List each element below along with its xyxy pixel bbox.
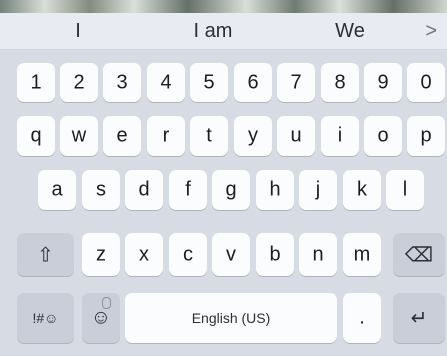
key-o[interactable]: o	[364, 116, 402, 156]
key-label: n	[312, 243, 324, 265]
key-0[interactable]: 0	[407, 63, 445, 102]
key-label: 3	[116, 71, 128, 93]
suggestion-item-2[interactable]: I am	[183, 13, 243, 49]
key-label: d	[138, 178, 150, 201]
period-label: .	[359, 306, 365, 329]
symbols-label: !#☺	[32, 310, 59, 326]
key-label: 1	[30, 71, 42, 93]
key-r[interactable]: r	[147, 116, 185, 156]
key-2[interactable]: 2	[60, 63, 98, 102]
backspace-icon: ⌫	[404, 244, 434, 266]
space-key-label: English (US)	[191, 310, 271, 326]
key-label: r	[162, 124, 170, 147]
key-label: q	[30, 124, 42, 147]
key-d[interactable]: d	[125, 170, 163, 210]
key-label: a	[51, 178, 63, 201]
enter-key[interactable]: ↵	[393, 293, 445, 343]
key-label: o	[377, 124, 389, 147]
key-j[interactable]: j	[299, 170, 337, 210]
key-l[interactable]: l	[386, 170, 424, 210]
suggestion-item-1[interactable]: I	[48, 13, 108, 49]
suggestion-bar: I I am We >	[0, 13, 447, 50]
keyboard: 1 2 3 4 5 6 7 8 9 0 q w e r t y u i o p …	[0, 50, 447, 356]
key-e[interactable]: e	[103, 116, 141, 156]
key-k[interactable]: k	[343, 170, 381, 210]
shift-icon: ⇧	[37, 244, 54, 266]
emoji-icon: ☺	[90, 306, 112, 329]
key-g[interactable]: g	[212, 170, 250, 210]
backspace-key[interactable]: ⌫	[393, 233, 445, 276]
key-label: i	[337, 124, 343, 147]
key-f[interactable]: f	[169, 170, 207, 210]
key-label: 0	[420, 71, 432, 93]
key-label: t	[206, 124, 212, 147]
background-photo-strip	[0, 0, 447, 13]
keyboard-screen: I I am We > 1 2 3 4 5 6 7 8 9 0 q w e r …	[0, 0, 447, 356]
period-key[interactable]: .	[343, 293, 381, 343]
key-w[interactable]: w	[60, 116, 98, 156]
key-label: j	[315, 178, 321, 201]
key-label: p	[420, 124, 432, 147]
key-7[interactable]: 7	[277, 63, 315, 102]
key-label: z	[96, 243, 106, 265]
key-5[interactable]: 5	[190, 63, 228, 102]
key-i[interactable]: i	[321, 116, 359, 156]
symbols-key[interactable]: !#☺	[17, 293, 74, 343]
key-label: x	[139, 243, 149, 265]
enter-icon: ↵	[410, 307, 428, 330]
key-n[interactable]: n	[299, 233, 337, 276]
key-z[interactable]: z	[82, 233, 120, 276]
key-label: v	[226, 243, 236, 265]
key-label: 7	[290, 71, 302, 93]
key-label: 6	[247, 71, 259, 93]
key-p[interactable]: p	[407, 116, 445, 156]
shift-key[interactable]: ⇧	[17, 233, 74, 276]
key-x[interactable]: x	[125, 233, 163, 276]
key-y[interactable]: y	[234, 116, 272, 156]
emoji-key[interactable]: ☺	[82, 293, 120, 343]
key-a[interactable]: a	[38, 170, 76, 210]
key-label: k	[357, 178, 367, 201]
key-t[interactable]: t	[190, 116, 228, 156]
key-label: e	[116, 124, 128, 147]
key-3[interactable]: 3	[103, 63, 141, 102]
key-6[interactable]: 6	[234, 63, 272, 102]
key-label: 8	[334, 71, 346, 93]
key-label: l	[402, 178, 408, 201]
key-label: 4	[160, 71, 172, 93]
key-label: 5	[203, 71, 215, 93]
key-m[interactable]: m	[343, 233, 381, 276]
suggestion-item-3[interactable]: We	[320, 13, 380, 49]
key-b[interactable]: b	[256, 233, 294, 276]
key-label: c	[183, 243, 193, 265]
key-label: b	[269, 243, 281, 265]
key-v[interactable]: v	[212, 233, 250, 276]
key-s[interactable]: s	[82, 170, 120, 210]
key-label: m	[353, 243, 371, 265]
key-8[interactable]: 8	[321, 63, 359, 102]
key-label: u	[290, 124, 302, 147]
key-9[interactable]: 9	[364, 63, 402, 102]
key-q[interactable]: q	[17, 116, 55, 156]
key-label: h	[269, 178, 281, 201]
key-label: 9	[377, 71, 389, 93]
key-label: 2	[73, 71, 85, 93]
key-label: f	[185, 178, 191, 201]
key-label: w	[71, 124, 87, 147]
key-h[interactable]: h	[256, 170, 294, 210]
key-4[interactable]: 4	[147, 63, 185, 102]
key-c[interactable]: c	[169, 233, 207, 276]
key-label: g	[225, 178, 237, 201]
key-label: s	[96, 178, 106, 201]
chevron-right-icon[interactable]: >	[425, 13, 437, 49]
key-u[interactable]: u	[277, 116, 315, 156]
key-1[interactable]: 1	[17, 63, 55, 102]
space-key[interactable]: English (US)	[125, 293, 337, 343]
key-label: y	[248, 124, 258, 147]
